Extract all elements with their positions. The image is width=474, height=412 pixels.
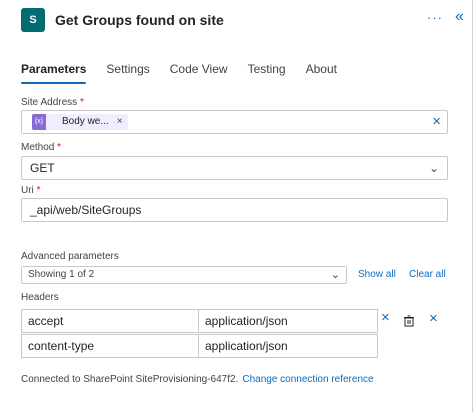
site-address-field[interactable]: {x} Body we... × × (21, 110, 448, 134)
tab-parameters[interactable]: Parameters (21, 62, 87, 84)
chevron-down-icon: ⌄ (330, 269, 340, 281)
change-connection-link[interactable]: Change connection reference (242, 374, 373, 385)
chevron-down-icon: ⌄ (428, 161, 439, 175)
uri-input[interactable]: _api/web/SiteGroups (21, 198, 448, 222)
header-key-input[interactable]: content-type (21, 334, 199, 358)
connection-text: Connected to SharePoint SiteProvisioning… (21, 374, 239, 385)
remove-token-icon[interactable]: × (117, 111, 128, 133)
required-marker: * (36, 185, 41, 196)
advanced-parameters-dropdown[interactable]: Showing 1 of 2 ⌄ (21, 266, 347, 284)
tab-code-view[interactable]: Code View (170, 62, 228, 84)
collapse-panel-icon[interactable]: « (455, 8, 464, 26)
header-value-input[interactable]: application/json (198, 309, 378, 333)
advanced-parameters-value: Showing 1 of 2 (28, 269, 95, 280)
uri-value: _api/web/SiteGroups (30, 203, 142, 217)
site-address-label: Site Address * (21, 97, 84, 108)
delete-row-icon[interactable] (403, 315, 415, 327)
tab-testing[interactable]: Testing (248, 62, 286, 84)
headers-label: Headers (21, 292, 59, 303)
uri-label: Uri * (21, 185, 41, 196)
action-header: S Get Groups found on site ··· « (0, 0, 474, 44)
clear-field-icon[interactable]: × (432, 112, 441, 132)
token-label: Body we... (62, 116, 109, 127)
advanced-parameters-label: Advanced parameters (21, 251, 119, 262)
more-options-icon[interactable]: ··· (427, 10, 443, 25)
remove-header-icon[interactable]: × (429, 310, 438, 327)
required-marker: * (57, 142, 62, 153)
tab-bar: Parameters Settings Code View Testing Ab… (21, 62, 357, 84)
clear-all-link[interactable]: Clear all (409, 269, 446, 280)
sharepoint-icon: S (21, 8, 45, 32)
header-value-input[interactable]: application/json (198, 334, 378, 358)
panel-divider (472, 0, 473, 412)
method-dropdown[interactable]: GET ⌄ (21, 156, 448, 180)
tab-settings[interactable]: Settings (106, 62, 149, 84)
required-marker: * (79, 97, 84, 108)
tab-about[interactable]: About (306, 62, 337, 84)
method-value: GET (30, 161, 55, 175)
remove-row-icon[interactable]: × (381, 309, 390, 326)
method-label: Method * (21, 142, 62, 153)
connection-info: Connected to SharePoint SiteProvisioning… (21, 374, 374, 385)
header-key-input[interactable]: accept (21, 309, 199, 333)
dynamic-content-token[interactable]: {x} Body we... × (32, 114, 128, 130)
show-all-link[interactable]: Show all (358, 269, 396, 280)
expression-icon: {x} (32, 114, 46, 130)
action-title[interactable]: Get Groups found on site (55, 12, 224, 28)
